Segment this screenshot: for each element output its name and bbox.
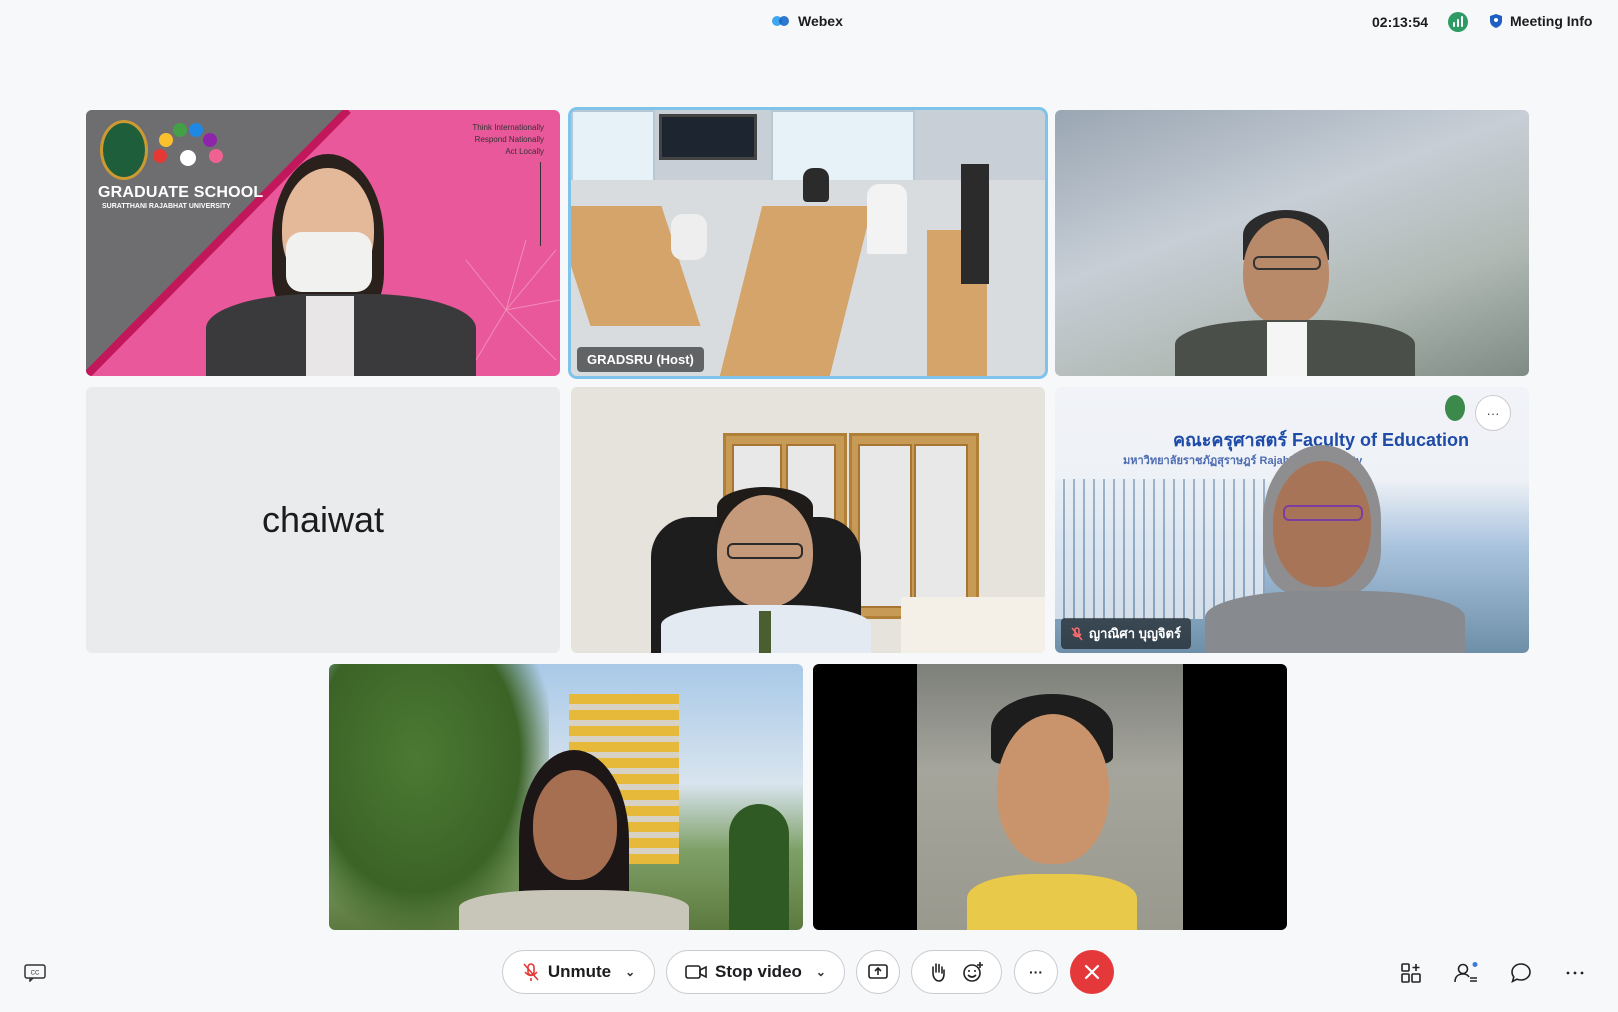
- chat-button[interactable]: [1508, 960, 1534, 986]
- participant-name: ญาณิศา บุญจิตร์: [1089, 626, 1181, 641]
- reactions-icon[interactable]: [962, 961, 984, 983]
- overflow-icon: [1566, 971, 1584, 975]
- room-tv: [659, 114, 757, 160]
- tree: [729, 804, 789, 930]
- hand-reactions-group: [911, 950, 1002, 994]
- share-screen-button[interactable]: [856, 950, 900, 994]
- raise-hand-icon[interactable]: [930, 962, 946, 982]
- desk: [901, 597, 1045, 653]
- share-screen-icon: [868, 964, 888, 979]
- camera-frame: [917, 664, 1183, 930]
- top-bar: Webex 02:13:54 Meeting Info: [0, 0, 1618, 46]
- slogan-line: Think Internationally: [472, 123, 544, 132]
- participant-video: [439, 750, 699, 930]
- unmute-button[interactable]: Unmute ⌄: [502, 950, 655, 994]
- closed-captions-icon: CC: [24, 964, 46, 982]
- chevron-down-icon[interactable]: ⌄: [816, 965, 826, 979]
- participant-name-tag: ญาณิศา บุญจิตร์: [1061, 618, 1191, 649]
- more-options-button[interactable]: ···: [1014, 950, 1058, 994]
- slogan-line: Respond Nationally: [474, 135, 544, 144]
- overflow-icon: ···: [1486, 405, 1500, 421]
- university-seal-icon: [100, 120, 148, 180]
- participant-video: [198, 154, 478, 376]
- webex-logo-icon: [772, 14, 790, 28]
- video-tile-3[interactable]: [1055, 110, 1529, 376]
- participant-figure: [671, 214, 707, 260]
- video-tile-5[interactable]: [571, 387, 1045, 653]
- chevron-down-icon[interactable]: ⌄: [625, 965, 635, 979]
- meeting-clock: 02:13:54: [1372, 14, 1429, 30]
- closed-captions-button[interactable]: CC: [22, 960, 48, 986]
- network-signal-icon[interactable]: [1448, 12, 1468, 32]
- layout-button[interactable]: [1398, 960, 1424, 986]
- unmute-label: Unmute: [547, 962, 612, 981]
- participant-video: [1205, 445, 1465, 653]
- banner-slogan: Think Internationally Respond Nationally…: [472, 122, 544, 158]
- chair: [961, 164, 989, 284]
- participant-video: [947, 694, 1157, 930]
- overflow-icon: ···: [1029, 964, 1043, 980]
- video-tile-1[interactable]: GRADUATE SCHOOL SURATTHANI RAJABHAT UNIV…: [86, 110, 560, 376]
- shield-icon: [1490, 14, 1502, 28]
- mic-muted-icon: [1071, 626, 1083, 640]
- stop-video-label: Stop video: [715, 962, 802, 981]
- app-name: Webex: [798, 13, 843, 29]
- chat-icon: [1511, 963, 1531, 984]
- participants-button[interactable]: [1453, 960, 1479, 986]
- video-tile-7[interactable]: [329, 664, 803, 930]
- stop-video-button[interactable]: Stop video ⌄: [666, 950, 845, 994]
- participant-video: [1175, 210, 1415, 376]
- app-title: Webex: [772, 13, 843, 29]
- tile-more-options-button[interactable]: ···: [1475, 395, 1511, 431]
- divider: [540, 162, 541, 246]
- participant-name-tag: GRADSRU (Host): [577, 347, 704, 372]
- overflow-menu-button[interactable]: [1562, 960, 1588, 986]
- video-tile-2[interactable]: GRADSRU (Host): [571, 110, 1045, 376]
- participant-name: GRADSRU (Host): [587, 352, 694, 367]
- video-tile-6[interactable]: คณะครุศาสตร์ Faculty of Education มหาวิท…: [1055, 387, 1529, 653]
- faculty-emblem-icon: [1445, 395, 1465, 421]
- leave-meeting-button[interactable]: [1070, 950, 1114, 994]
- video-tile-4[interactable]: chaiwat: [86, 387, 560, 653]
- svg-text:CC: CC: [31, 971, 40, 977]
- mic-muted-icon: [523, 963, 539, 981]
- participant-figure: [803, 168, 829, 202]
- room-window: [571, 110, 655, 184]
- room-window: [771, 110, 915, 184]
- participant-video: [651, 487, 881, 653]
- participant-figure: [867, 184, 907, 254]
- participant-display-name: chaiwat: [261, 499, 385, 540]
- video-tile-8[interactable]: [813, 664, 1287, 930]
- layout-icon: [1401, 963, 1421, 983]
- slogan-line: Act Locally: [505, 147, 544, 156]
- close-icon: [1084, 964, 1100, 980]
- meeting-info-button[interactable]: Meeting Info: [1490, 13, 1592, 29]
- camera-icon: [685, 965, 707, 979]
- participants-icon: [1454, 962, 1478, 983]
- meeting-info-label: Meeting Info: [1510, 13, 1593, 29]
